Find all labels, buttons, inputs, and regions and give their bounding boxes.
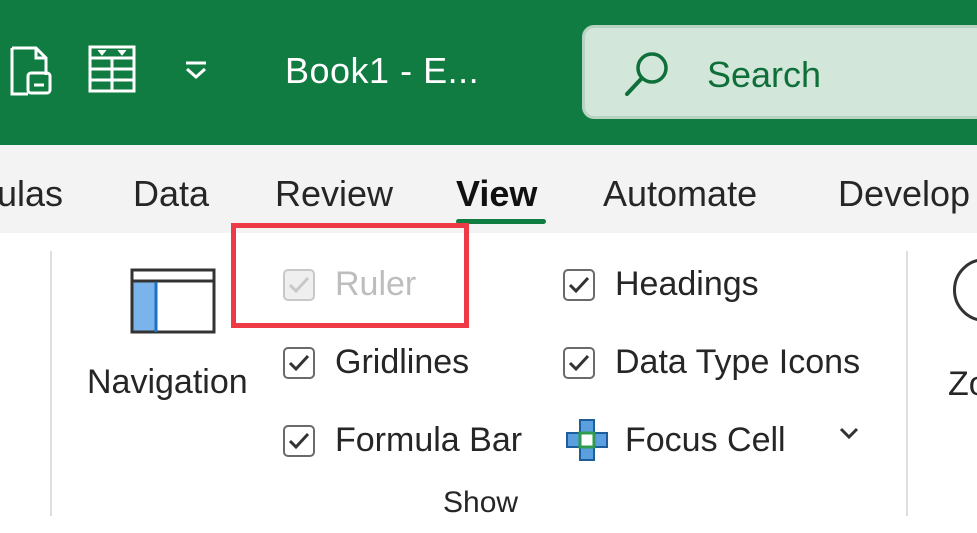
search-box[interactable]: Search bbox=[582, 25, 977, 119]
headings-check-icon bbox=[563, 268, 595, 301]
tab-view[interactable]: View bbox=[456, 173, 537, 215]
headings-label: Headings bbox=[615, 265, 759, 303]
tab-developer[interactable]: Develop bbox=[838, 173, 970, 215]
data-type-icons-checkbox[interactable]: Data Type Icons bbox=[563, 343, 860, 382]
gridlines-checkbox[interactable]: Gridlines bbox=[283, 343, 469, 382]
data-type-icons-label: Data Type Icons bbox=[615, 343, 861, 381]
formula-bar-label: Formula Bar bbox=[335, 421, 523, 459]
document-title: Book1 - E... bbox=[285, 50, 480, 91]
tab-automate[interactable]: Automate bbox=[603, 173, 757, 215]
table-form-icon[interactable] bbox=[88, 45, 136, 98]
focus-cell-icon bbox=[565, 418, 609, 462]
navigation-label: Navigation bbox=[87, 363, 248, 401]
data-type-icons-check-icon bbox=[563, 346, 595, 379]
gridlines-check-icon bbox=[283, 346, 315, 379]
chevron-down-icon[interactable] bbox=[838, 425, 860, 446]
show-group-label: Show bbox=[443, 486, 519, 519]
formula-bar-checkbox[interactable]: Formula Bar bbox=[283, 421, 522, 460]
gridlines-label: Gridlines bbox=[335, 343, 470, 381]
document-clip-icon[interactable] bbox=[8, 45, 56, 102]
group-separator bbox=[50, 251, 52, 516]
ribbon-tabs: ulas Data Review View Automate Develop bbox=[0, 145, 977, 233]
search-icon bbox=[623, 50, 671, 105]
headings-checkbox[interactable]: Headings bbox=[563, 265, 759, 304]
active-tab-indicator bbox=[456, 219, 546, 224]
title-bar: Book1 - E... Search bbox=[0, 0, 977, 145]
group-separator bbox=[906, 251, 908, 516]
focus-cell-button[interactable]: Focus Cell bbox=[565, 418, 786, 462]
tab-formulas[interactable]: ulas bbox=[0, 173, 63, 215]
search-label: Search bbox=[707, 54, 822, 95]
navigation-pane-icon bbox=[130, 268, 216, 339]
focus-cell-label: Focus Cell bbox=[625, 420, 786, 459]
tab-review[interactable]: Review bbox=[275, 173, 393, 215]
customize-toolbar-icon[interactable] bbox=[183, 60, 209, 85]
ruler-highlight-box bbox=[231, 223, 469, 328]
zoom-label[interactable]: Zo bbox=[948, 365, 977, 404]
formula-bar-check-icon bbox=[283, 424, 315, 457]
tab-data[interactable]: Data bbox=[133, 173, 209, 215]
